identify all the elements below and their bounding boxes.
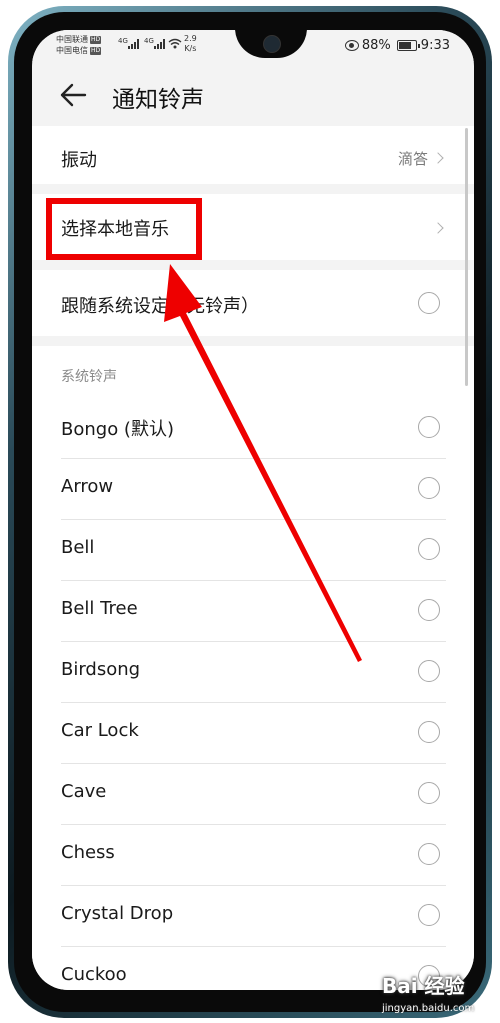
system-ringtones-card: 系统铃声 Bongo (默认) Arrow Bell Bell Tree Bir… [32, 346, 474, 990]
ringtone-item[interactable]: Bell Tree [32, 580, 474, 641]
carrier-1: 中国联通 [56, 35, 88, 44]
vibrate-value: 滴答 [397, 150, 428, 168]
hd-badge: HD [90, 47, 102, 55]
ringtone-radio[interactable] [418, 416, 440, 438]
system-ringtones-label: 系统铃声 [61, 369, 117, 385]
signal-type-1: 4G [118, 37, 128, 45]
hd-badge: HD [90, 36, 102, 44]
status-bar: 中国联通 HD 中国电信 HD 4G 4G 2.9 K/s 88% 9:33 [32, 30, 474, 62]
screen: 中国联通 HD 中国电信 HD 4G 4G 2.9 K/s 88% 9:33 通… [32, 30, 474, 990]
ringtone-radio[interactable] [418, 660, 440, 682]
follow-system-radio[interactable] [418, 292, 440, 314]
annotation-highlight-box [46, 198, 202, 260]
ringtone-item[interactable]: Car Lock [32, 702, 474, 763]
ringtone-radio[interactable] [418, 721, 440, 743]
watermark-url: jingyan.baidu.com [382, 1003, 475, 1014]
ringtone-item[interactable]: Chess [32, 824, 474, 885]
ringtone-item[interactable]: Arrow [32, 458, 474, 519]
ringtone-name: Birdsong [61, 659, 141, 680]
vibrate-label: 振动 [61, 150, 97, 171]
ringtone-radio[interactable] [418, 782, 440, 804]
ringtone-name: Crystal Drop [61, 903, 174, 924]
ringtone-item[interactable]: Crystal Drop [32, 885, 474, 946]
signal-bars-icon [154, 39, 168, 49]
back-arrow-icon[interactable] [58, 82, 88, 108]
ringtone-name: Chess [61, 842, 115, 863]
page-title: 通知铃声 [112, 87, 204, 113]
ringtone-name: Car Lock [61, 720, 139, 741]
baidu-watermark: Bai 经验 jingyan.baidu.com [368, 968, 492, 1020]
status-right: 88% 9:33 [344, 38, 450, 53]
vibrate-row[interactable]: 振动 滴答 [32, 126, 474, 184]
signal-bars-icon [128, 39, 142, 49]
eye-comfort-icon [344, 40, 359, 51]
ringtone-radio[interactable] [418, 904, 440, 926]
scrollbar[interactable] [465, 128, 468, 386]
battery-icon [396, 40, 420, 51]
wifi-icon [168, 38, 182, 49]
camera-notch [235, 30, 307, 58]
ringtone-name: Cave [61, 781, 107, 802]
signal-type-2: 4G [144, 37, 154, 45]
chevron-right-icon [432, 152, 444, 164]
follow-system-label: 跟随系统设定（无铃声） [61, 296, 259, 317]
watermark-brand: Bai 经验 [382, 974, 465, 998]
ringtone-name: Bongo (默认) [61, 419, 174, 440]
chevron-right-icon [432, 222, 444, 234]
clock-time: 9:33 [420, 38, 450, 53]
ringtone-radio[interactable] [418, 538, 440, 560]
carrier-info: 中国联通 HD 中国电信 HD [56, 34, 102, 56]
camera-icon [263, 35, 281, 53]
ringtone-name: Bell Tree [61, 598, 138, 619]
ringtone-item[interactable]: Bell [32, 519, 474, 580]
ringtone-item[interactable]: Birdsong [32, 641, 474, 702]
ringtone-name: Arrow [61, 476, 114, 497]
ringtone-item[interactable]: Bongo (默认) [32, 397, 474, 458]
ringtone-radio[interactable] [418, 477, 440, 499]
ringtone-name: Cuckoo [61, 964, 127, 985]
ringtone-item[interactable]: Cave [32, 763, 474, 824]
follow-system-row[interactable]: 跟随系统设定（无铃声） [32, 270, 474, 336]
network-speed: 2.9 K/s [184, 34, 197, 53]
ringtone-radio[interactable] [418, 599, 440, 621]
battery-percent: 88% [361, 38, 391, 53]
ringtone-name: Bell [61, 537, 95, 558]
carrier-2: 中国电信 [56, 46, 88, 55]
page-header: 通知铃声 [32, 70, 474, 120]
ringtone-radio[interactable] [418, 843, 440, 865]
